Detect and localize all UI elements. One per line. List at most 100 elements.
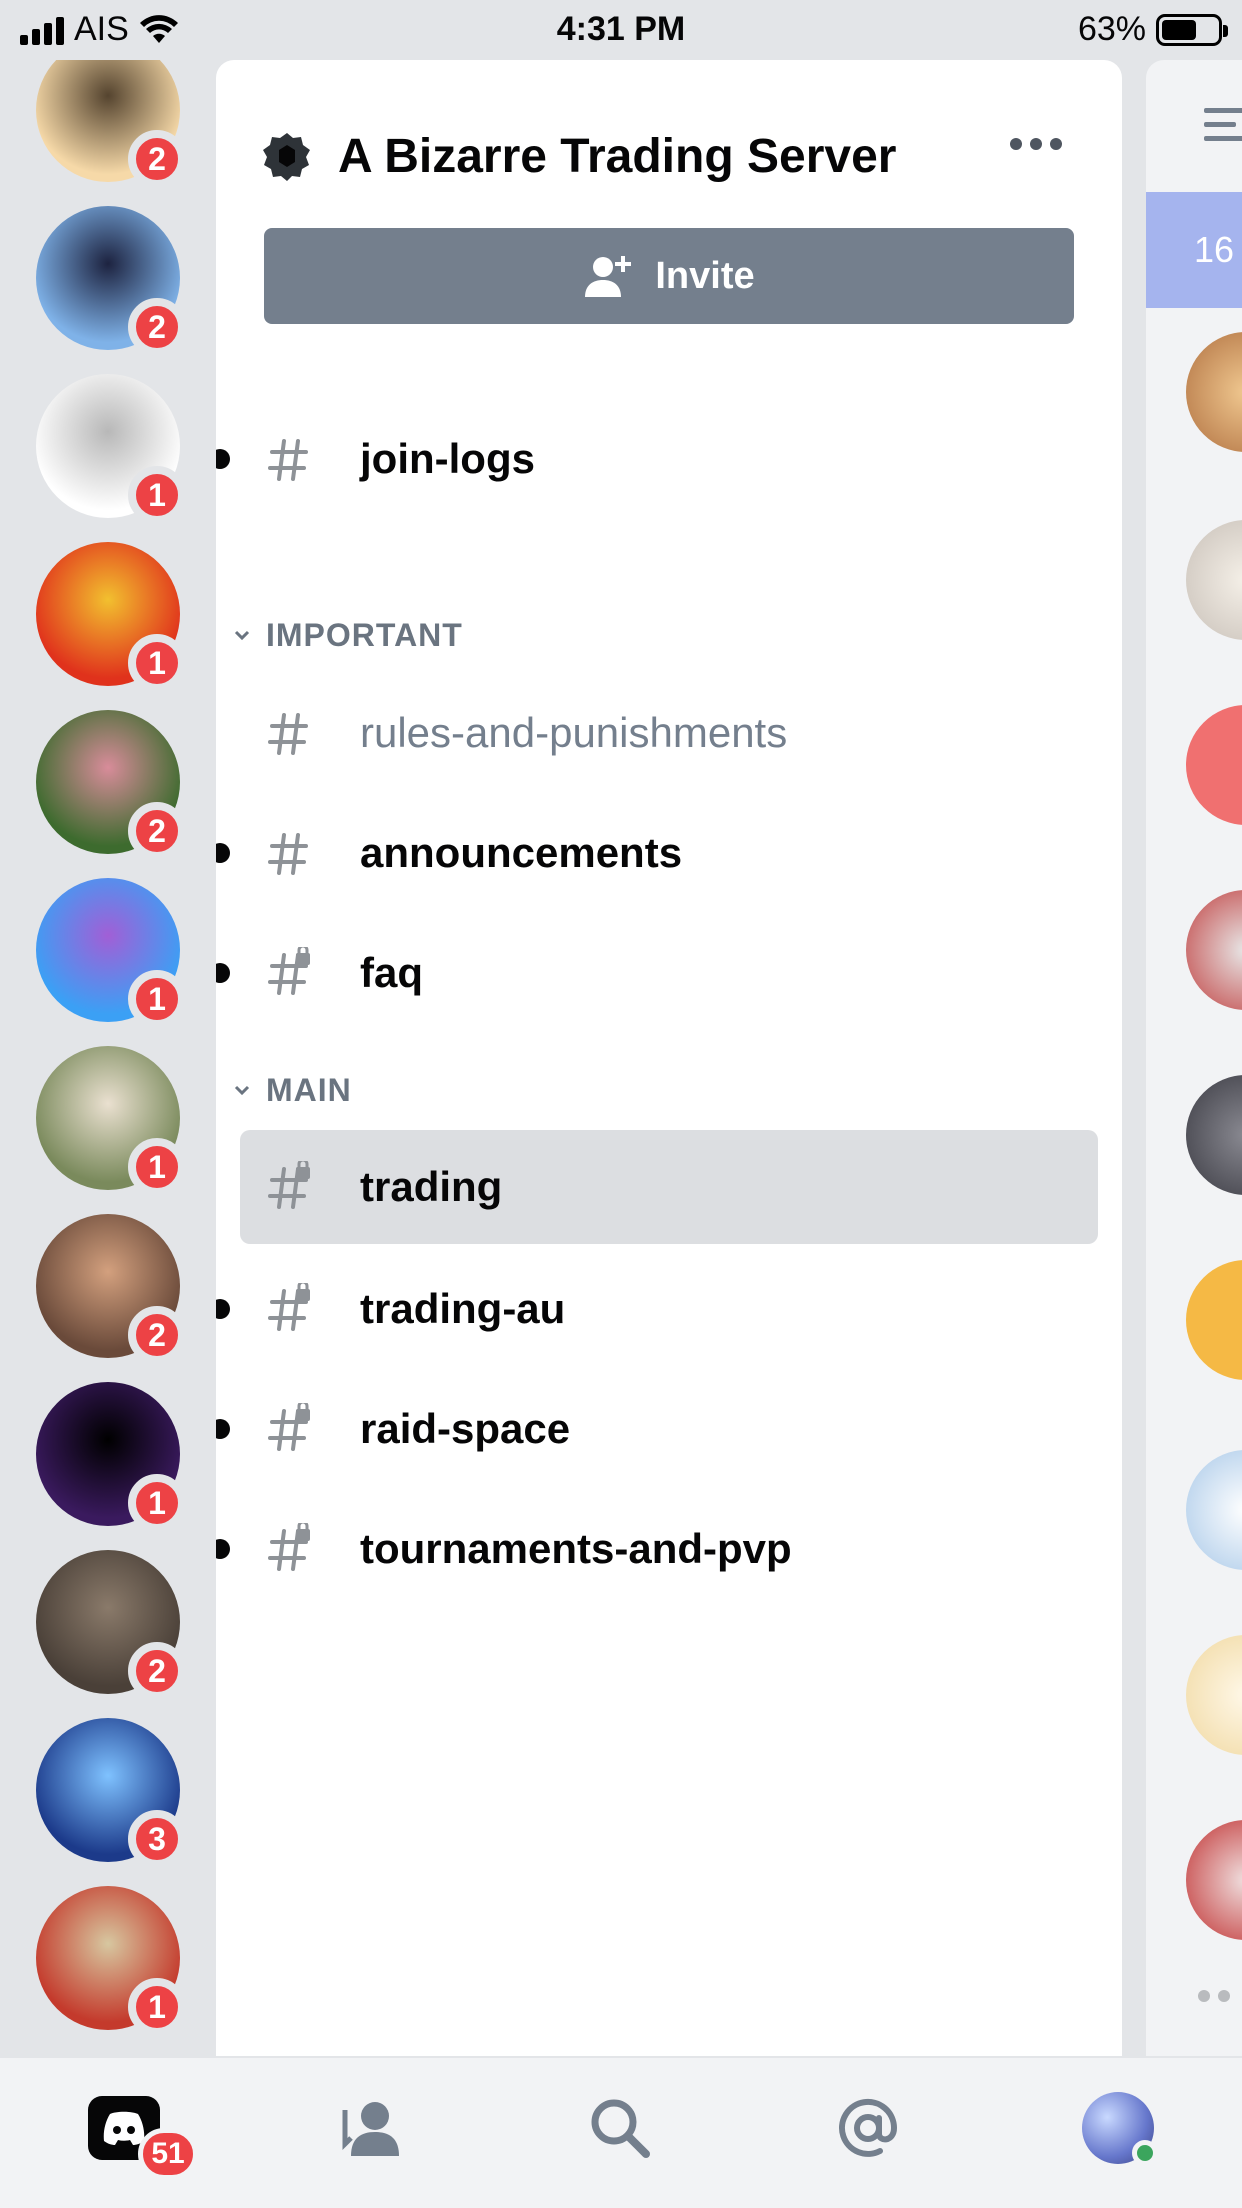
- mention-icon: [839, 2098, 898, 2157]
- channel-name: rules-and-punishments: [360, 709, 788, 756]
- server-mention-badge: 1: [128, 970, 186, 1028]
- unread-indicator: [216, 1299, 230, 1319]
- channel-faq[interactable]: faq: [216, 916, 1098, 1030]
- tab-friends[interactable]: [332, 2088, 412, 2168]
- server-icon[interactable]: 1: [36, 542, 186, 692]
- friends-icon: [342, 2102, 399, 2156]
- text-channel-icon: [268, 833, 308, 875]
- server-icon[interactable]: 1: [36, 1046, 186, 1196]
- server-mention-badge: 3: [128, 1810, 186, 1868]
- message-avatar[interactable]: [1186, 332, 1242, 452]
- server-icon[interactable]: 3: [36, 1718, 186, 1868]
- server-mention-badge: 1: [128, 1138, 186, 1196]
- text-channel-icon: [268, 439, 308, 481]
- chevron-down-icon: [234, 1085, 250, 1096]
- category-name: MAIN: [266, 1071, 352, 1108]
- server-icon[interactable]: 1: [36, 1382, 186, 1532]
- server-mention-badge: 1: [128, 1474, 186, 1532]
- channel-name: raid-space: [360, 1405, 571, 1452]
- unread-indicator: [216, 1419, 230, 1439]
- category-name: IMPORTANT: [266, 616, 463, 653]
- tab-bar: 51: [0, 2056, 1242, 2208]
- channel-trading[interactable]: trading: [240, 1130, 1098, 1244]
- new-messages-banner[interactable]: 16: [1146, 192, 1242, 308]
- unread-indicator: [216, 1539, 230, 1559]
- message-avatar[interactable]: [1186, 1450, 1242, 1570]
- message-avatar[interactable]: [1186, 1820, 1242, 1940]
- battery-percent: 63%: [1077, 10, 1146, 48]
- locked-text-channel-icon: [268, 1161, 310, 1209]
- typing-indicator: [1198, 1990, 1230, 2002]
- guild-header[interactable]: A Bizarre Trading Server: [262, 118, 1076, 194]
- channel-name: faq: [360, 949, 423, 996]
- verified-server-icon: [263, 133, 310, 181]
- locked-text-channel-icon: [268, 1403, 310, 1451]
- server-icon[interactable]: 2: [36, 60, 186, 188]
- channel-trading-au[interactable]: trading-au: [216, 1252, 1098, 1366]
- text-channel-icon: [268, 713, 308, 755]
- channel-raid-space[interactable]: raid-space: [216, 1372, 1098, 1486]
- message-avatar[interactable]: [1186, 1075, 1242, 1195]
- home-unread-badge: 51: [138, 2128, 198, 2180]
- user-avatar: [1082, 2092, 1158, 2166]
- server-rail: 2 2 1 1 2 1 1 2 1 2 3 1: [0, 60, 216, 2056]
- message-avatar[interactable]: [1186, 520, 1242, 640]
- channel-name: join-logs: [360, 435, 535, 482]
- hamburger-icon[interactable]: [1204, 108, 1242, 150]
- status-right: 63%: [1077, 10, 1228, 49]
- clock: 4:31 PM: [556, 10, 686, 48]
- unread-indicator: [216, 843, 230, 863]
- tab-home[interactable]: 51: [84, 2088, 198, 2180]
- more-options-icon[interactable]: [1010, 138, 1062, 150]
- channel-tournaments-and-pvp[interactable]: tournaments-and-pvp: [216, 1492, 1098, 1606]
- server-mention-badge: 1: [128, 1978, 186, 2036]
- invite-button[interactable]: Invite: [264, 228, 1074, 324]
- add-person-icon: [585, 256, 632, 297]
- battery-icon: [1156, 13, 1228, 46]
- locked-text-channel-icon: [268, 1283, 310, 1331]
- tab-search[interactable]: [580, 2088, 660, 2168]
- server-mention-badge: 1: [128, 466, 186, 524]
- chat-panel-peek[interactable]: 16: [1146, 60, 1242, 2056]
- chevron-down-icon: [234, 630, 250, 641]
- server-mention-badge: 2: [128, 130, 186, 188]
- invite-label: Invite: [655, 254, 755, 297]
- channel-name: trading: [360, 1163, 503, 1210]
- channel-rules-and-punishments[interactable]: rules-and-punishments: [240, 676, 1098, 790]
- message-avatar[interactable]: [1186, 1635, 1242, 1755]
- category-main[interactable]: MAIN: [230, 1065, 352, 1115]
- server-mention-badge: 2: [128, 1642, 186, 1700]
- server-mention-badge: 2: [128, 802, 186, 860]
- message-avatar[interactable]: [1186, 890, 1242, 1010]
- server-icon[interactable]: 1: [36, 374, 186, 524]
- search-icon: [591, 2099, 650, 2158]
- server-icon[interactable]: 2: [36, 206, 186, 356]
- message-avatar[interactable]: [1186, 705, 1242, 825]
- server-mention-badge: 1: [128, 634, 186, 692]
- locked-text-channel-icon: [268, 1523, 310, 1571]
- new-messages-count: 16: [1194, 229, 1235, 270]
- channel-name: announcements: [360, 829, 683, 876]
- channel-name: tournaments-and-pvp: [360, 1525, 792, 1572]
- channel-announcements[interactable]: announcements: [216, 796, 1098, 910]
- guild-name: A Bizarre Trading Server: [338, 129, 897, 183]
- server-icon[interactable]: 1: [36, 878, 186, 1028]
- server-icon[interactable]: 2: [36, 710, 186, 860]
- status-bar: AIS 4:31 PM 63%: [0, 0, 1242, 60]
- channel-name: trading-au: [360, 1285, 566, 1332]
- server-icon[interactable]: 2: [36, 1550, 186, 1700]
- server-mention-badge: 2: [128, 1306, 186, 1364]
- server-mention-badge: 2: [128, 298, 186, 356]
- locked-text-channel-icon: [268, 947, 310, 995]
- online-status-icon: [1132, 2140, 1158, 2166]
- channel-join-logs[interactable]: join-logs: [216, 402, 1098, 516]
- tab-mentions[interactable]: [828, 2088, 908, 2168]
- unread-indicator: [216, 963, 230, 983]
- unread-indicator: [216, 449, 230, 469]
- message-avatar[interactable]: [1186, 1260, 1242, 1380]
- server-icon[interactable]: 2: [36, 1214, 186, 1364]
- channel-panel: A Bizarre Trading Server Invite join-log…: [216, 60, 1122, 2056]
- category-important[interactable]: IMPORTANT: [230, 610, 463, 660]
- server-icon[interactable]: 1: [36, 1886, 186, 2036]
- tab-profile[interactable]: [1078, 2088, 1158, 2168]
